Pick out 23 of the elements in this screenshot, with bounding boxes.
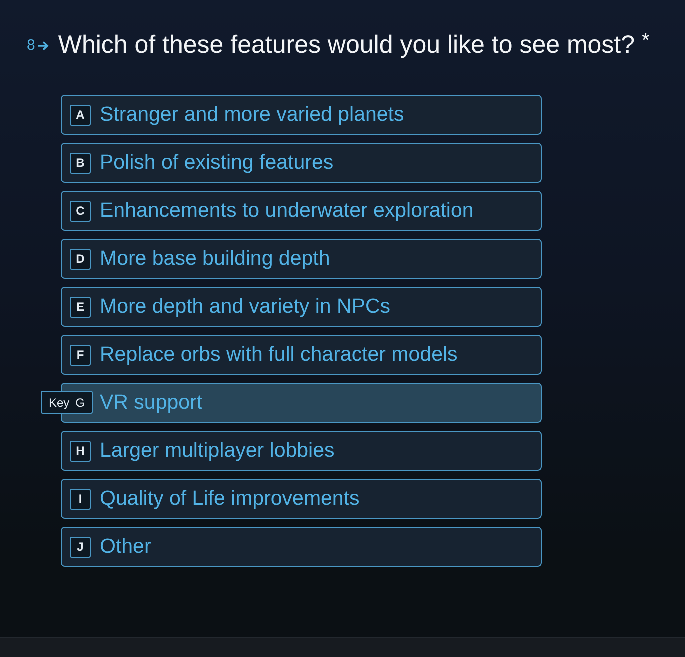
answer-option[interactable]: A Stranger and more varied planets	[61, 95, 542, 135]
key-badge: J	[70, 536, 91, 558]
key-badge: E	[70, 296, 91, 318]
arrow-icon	[38, 40, 50, 50]
key-hint: Key G	[41, 391, 93, 414]
answer-option[interactable]: H Larger multiplayer lobbies	[61, 431, 542, 471]
answer-option[interactable]: E More depth and variety in NPCs	[61, 287, 542, 327]
key-badge: H	[70, 440, 91, 462]
answer-option[interactable]: J Other	[61, 527, 542, 567]
answer-option[interactable]: C Enhancements to underwater exploration	[61, 191, 542, 231]
answer-option[interactable]: I Quality of Life improvements	[61, 479, 542, 519]
key-badge: C	[70, 200, 91, 222]
question-number: 8	[27, 38, 36, 53]
key-badge: D	[70, 248, 91, 270]
key-badge: I	[70, 488, 91, 510]
answer-option[interactable]: D More base building depth	[61, 239, 542, 279]
key-badge: B	[70, 152, 91, 174]
key-badge: A	[70, 104, 91, 126]
answer-option[interactable]: B Polish of existing features	[61, 143, 542, 183]
required-mark: *	[642, 31, 650, 51]
answer-option[interactable]: F Replace orbs with full character models	[61, 335, 542, 375]
question-text: Which of these features would you like to see most?	[58, 33, 636, 58]
key-badge: F	[70, 344, 91, 366]
